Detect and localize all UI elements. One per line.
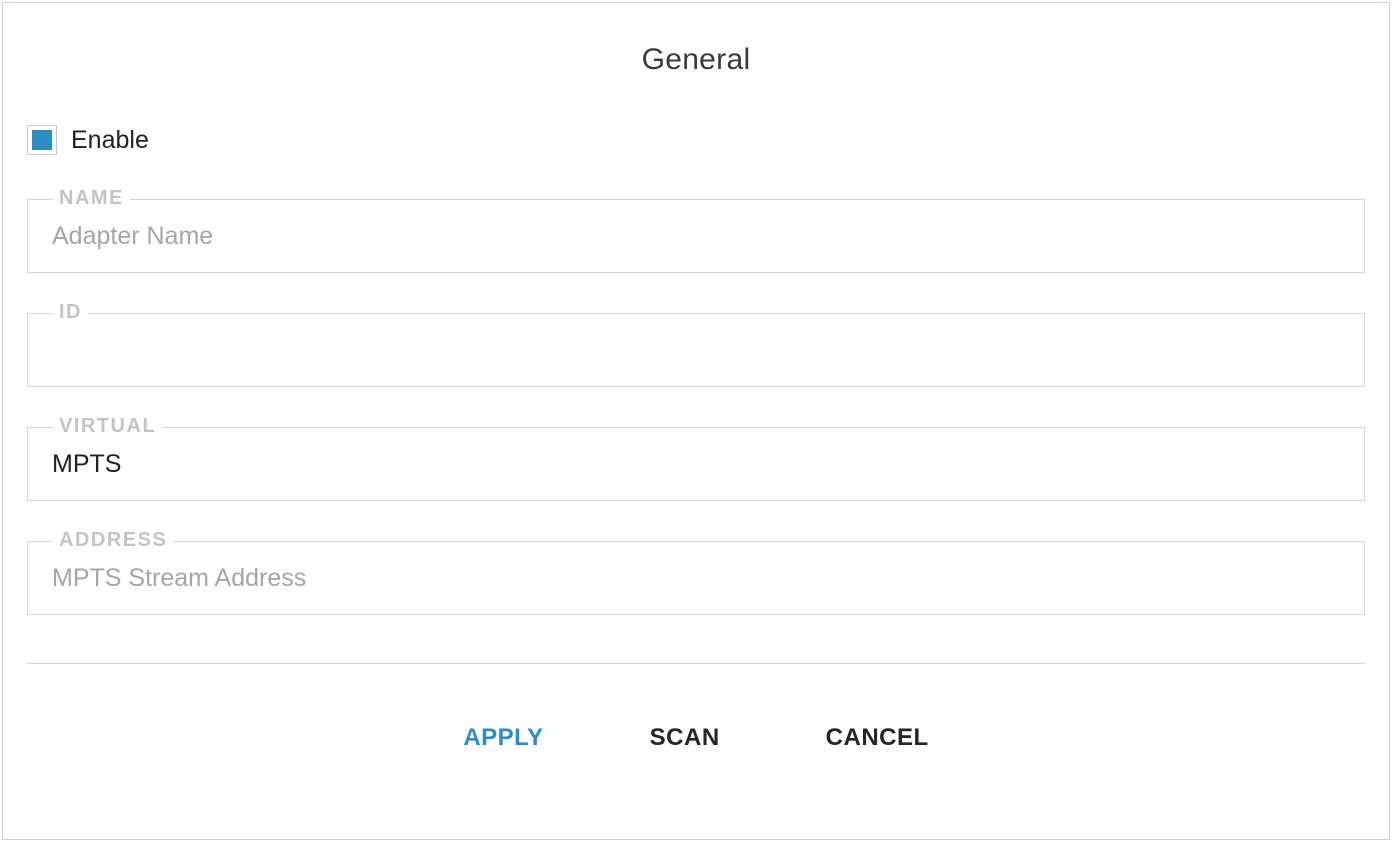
name-input[interactable] (52, 222, 1340, 251)
cancel-button[interactable]: CANCEL (818, 720, 937, 756)
address-input-wrap (27, 541, 1365, 615)
id-input-wrap (27, 313, 1365, 387)
address-field-label: ADDRESS (53, 529, 173, 552)
enable-row: Enable (27, 125, 1365, 155)
virtual-select[interactable]: MPTS (27, 427, 1365, 501)
name-field-group: NAME (27, 199, 1365, 273)
id-field-label: ID (53, 301, 88, 324)
virtual-select-value: MPTS (52, 450, 121, 479)
divider (27, 663, 1365, 664)
name-input-wrap (27, 199, 1365, 273)
checkbox-checked-icon (32, 130, 52, 150)
address-field-group: ADDRESS (27, 541, 1365, 615)
name-field-label: NAME (53, 187, 130, 210)
enable-label: Enable (71, 126, 149, 155)
id-field-group: ID (27, 313, 1365, 387)
panel-title: General (27, 43, 1365, 77)
address-input[interactable] (52, 564, 1340, 593)
id-input[interactable] (52, 336, 1340, 365)
enable-checkbox[interactable] (27, 125, 57, 155)
apply-button[interactable]: APPLY (455, 720, 551, 756)
virtual-field-label: VIRTUAL (53, 415, 162, 438)
virtual-field-group: VIRTUAL MPTS (27, 427, 1365, 501)
scan-button[interactable]: SCAN (642, 720, 728, 756)
general-panel: General Enable NAME ID VIRTUAL MPTS ADDR… (2, 2, 1390, 840)
button-row: APPLY SCAN CANCEL (27, 720, 1365, 756)
